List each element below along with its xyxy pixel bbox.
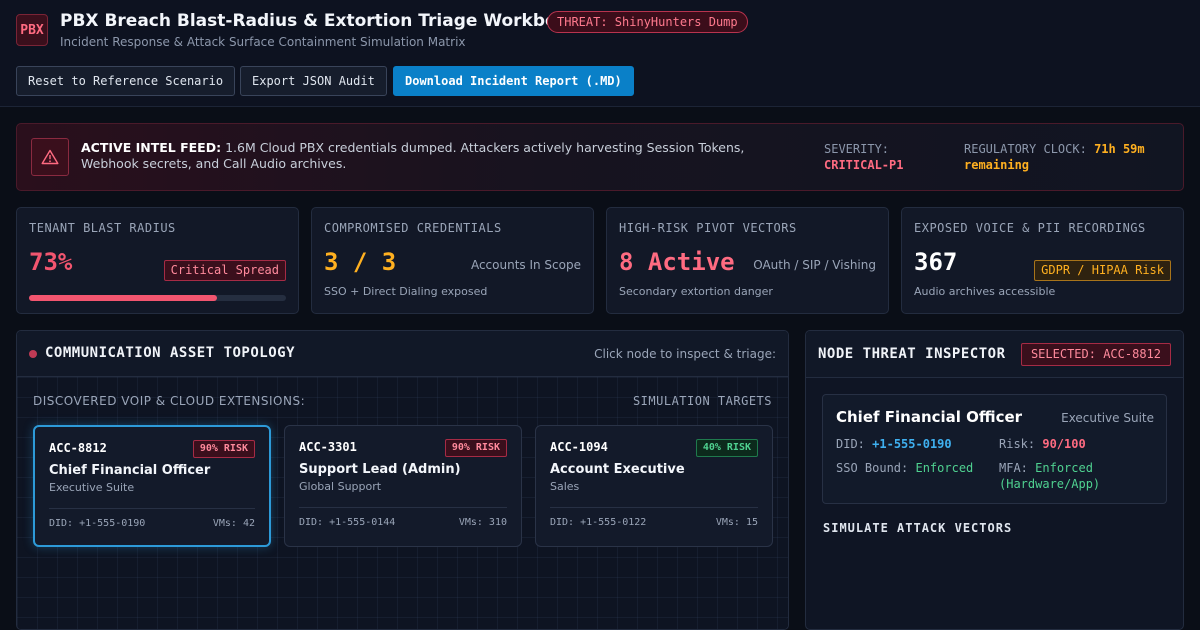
account-did: DID: +1-555-0190 <box>49 518 146 529</box>
mfa-label: MFA: <box>999 461 1028 475</box>
topology-header: COMMUNICATION ASSET TOPOLOGY Click node … <box>17 331 788 377</box>
kpi-label: HIGH-RISK PIVOT VECTORS <box>619 221 797 235</box>
inspector-node-dept: Executive Suite <box>1061 411 1154 425</box>
page-subtitle: Incident Response & Attack Surface Conta… <box>60 35 466 49</box>
intel-message: ACTIVE INTEL FEED: 1.6M Cloud PBX creden… <box>81 140 801 172</box>
blast-progress-bar <box>29 295 286 301</box>
simulate-attack-heading: SIMULATE ATTACK VECTORS <box>823 521 1013 535</box>
blast-progress-fill <box>29 295 217 301</box>
page-title: PBX Breach Blast-Radius & Extortion Tria… <box>60 11 591 31</box>
inspector-risk: Risk: 90/100 <box>999 436 1086 452</box>
inspector-sso: SSO Bound: Enforced <box>836 460 973 476</box>
kpi-pivot-vectors: HIGH-RISK PIVOT VECTORS 8 Active OAuth /… <box>606 207 889 314</box>
did-value: +1-555-0190 <box>872 437 952 451</box>
risk-badge: 40% RISK <box>695 439 758 457</box>
topology-hint: Click node to inspect & triage: <box>594 347 776 361</box>
intel-feed-banner: ACTIVE INTEL FEED: 1.6M Cloud PBX creden… <box>16 123 1184 191</box>
clock-label: REGULATORY CLOCK: <box>964 142 1087 156</box>
pbx-logo: PBX <box>16 14 48 46</box>
kpi-footnote: Audio archives accessible <box>914 285 1056 298</box>
inspector-did: DID: +1-555-0190 <box>836 436 952 452</box>
account-vms: VMs: 310 <box>458 517 507 528</box>
account-node-acc-1094[interactable]: ACC-1094 40% RISK Account Executive Sale… <box>535 425 773 547</box>
kpi-label: TENANT BLAST RADIUS <box>29 221 176 235</box>
divider <box>299 507 507 508</box>
status-dot-icon <box>29 350 37 358</box>
account-name: Support Lead (Admin) <box>299 462 461 477</box>
asset-topology-panel: COMMUNICATION ASSET TOPOLOGY Click node … <box>16 330 789 630</box>
kpi-value: 3 / 3 <box>324 248 397 276</box>
inspector-header: NODE THREAT INSPECTOR SELECTED: ACC-8812 <box>806 331 1183 378</box>
kpi-label: EXPOSED VOICE & PII RECORDINGS <box>914 221 1146 235</box>
compliance-badge: GDPR / HIPAA Risk <box>1034 260 1171 281</box>
reset-scenario-button[interactable]: Reset to Reference Scenario <box>16 66 236 96</box>
account-node-acc-8812[interactable]: ACC-8812 90% RISK Chief Financial Office… <box>33 425 271 547</box>
account-did: DID: +1-555-0144 <box>299 517 396 528</box>
kpi-exposed-recordings: EXPOSED VOICE & PII RECORDINGS 367 GDPR … <box>901 207 1184 314</box>
account-id: ACC-8812 <box>49 441 107 455</box>
account-id: ACC-3301 <box>299 440 357 454</box>
severity-indicator: SEVERITY: CRITICAL-P1 <box>824 141 903 173</box>
intel-heading: ACTIVE INTEL FEED: <box>81 140 222 155</box>
kpi-value: 8 Active <box>619 248 735 276</box>
node-threat-inspector: NODE THREAT INSPECTOR SELECTED: ACC-8812… <box>805 330 1184 630</box>
risk-value: 90/100 <box>1042 437 1086 451</box>
kpi-blast-radius: TENANT BLAST RADIUS 73% Critical Spread <box>16 207 299 314</box>
account-name: Account Executive <box>550 462 685 477</box>
regulatory-clock: REGULATORY CLOCK: 71h 59m remaining <box>964 141 1174 173</box>
account-dept: Global Support <box>299 480 382 493</box>
severity-value: CRITICAL-P1 <box>824 158 904 172</box>
topology-grid: DISCOVERED VOIP & CLOUD EXTENSIONS: SIMU… <box>17 377 788 629</box>
mfa-value: Enforced <box>1035 461 1093 475</box>
inspector-node-name: Chief Financial Officer <box>836 408 1023 426</box>
account-did: DID: +1-555-0122 <box>550 517 647 528</box>
divider <box>49 508 255 509</box>
kpi-footnote: SSO + Direct Dialing exposed <box>324 285 488 298</box>
account-vms: VMs: 42 <box>212 518 255 529</box>
risk-label: Risk: <box>999 437 1036 451</box>
account-id: ACC-1094 <box>550 440 608 454</box>
topology-title: COMMUNICATION ASSET TOPOLOGY <box>45 345 296 361</box>
kpi-compromised-credentials: COMPROMISED CREDENTIALS 3 / 3 Accounts I… <box>311 207 594 314</box>
severity-label: SEVERITY: <box>824 142 890 156</box>
kpi-value: 367 <box>914 248 958 276</box>
app-header: PBX PBX Breach Blast-Radius & Extortion … <box>0 0 1200 107</box>
sso-label: SSO Bound: <box>836 461 909 475</box>
inspector-mfa: MFA: Enforced (Hardware/App) <box>999 460 1100 492</box>
selected-node-badge: SELECTED: ACC-8812 <box>1020 343 1171 366</box>
account-node-acc-3301[interactable]: ACC-3301 90% RISK Support Lead (Admin) G… <box>284 425 522 547</box>
risk-badge: 90% RISK <box>444 439 507 457</box>
account-dept: Executive Suite <box>49 481 135 494</box>
threat-badge: THREAT: ShinyHunters Dump <box>547 11 748 33</box>
status-badge: Critical Spread <box>163 260 286 281</box>
sso-value: Enforced <box>915 461 974 475</box>
extensions-label: DISCOVERED VOIP & CLOUD EXTENSIONS: <box>33 394 306 408</box>
did-label: DID: <box>836 437 865 451</box>
kpi-footnote: Secondary extortion danger <box>619 285 773 298</box>
divider <box>550 507 758 508</box>
account-vms: VMs: 15 <box>715 517 758 528</box>
inspector-detail-card: Chief Financial Officer Executive Suite … <box>822 394 1167 504</box>
account-dept: Sales <box>550 480 580 493</box>
risk-badge: 90% RISK <box>192 440 255 458</box>
kpi-label: COMPROMISED CREDENTIALS <box>324 221 502 235</box>
kpi-value: 73% <box>29 248 73 276</box>
export-json-button[interactable]: Export JSON Audit <box>240 66 387 96</box>
kpi-side-note: OAuth / SIP / Vishing <box>753 258 876 272</box>
account-name: Chief Financial Officer <box>49 463 211 478</box>
mfa-value-detail: (Hardware/App) <box>999 477 1101 491</box>
kpi-side-note: Accounts In Scope <box>470 258 581 272</box>
simulation-targets-label: SIMULATION TARGETS <box>632 394 772 408</box>
warning-icon <box>31 138 69 176</box>
inspector-title: NODE THREAT INSPECTOR <box>818 346 1006 362</box>
download-report-button[interactable]: Download Incident Report (.MD) <box>393 66 634 96</box>
